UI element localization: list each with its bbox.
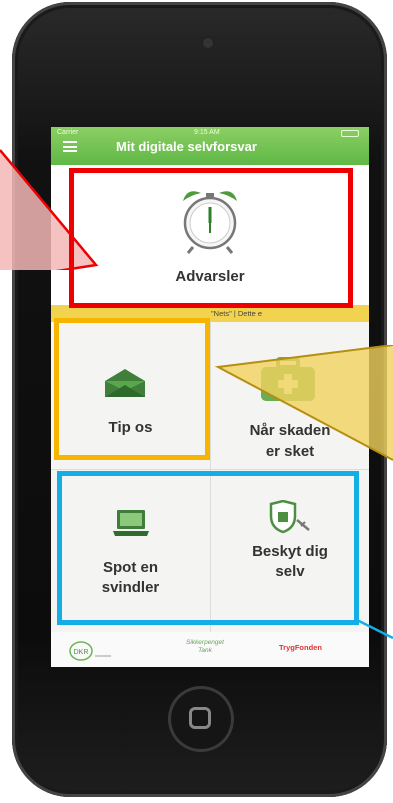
svg-text:DKR: DKR <box>74 649 89 656</box>
sponsor-sikkerpenget-line2: Tank <box>198 647 212 654</box>
highlight-tip-os <box>54 318 210 460</box>
yellow-pointer-arrow <box>214 345 393 461</box>
sponsor-sikkerpenget: Sikkerpenget Tank <box>169 639 241 655</box>
front-camera <box>203 38 213 48</box>
sponsor-trygfonden: TrygFonden <box>279 643 322 652</box>
home-square-icon <box>189 707 211 729</box>
status-time: 9:15 AM <box>194 129 220 136</box>
highlight-spot-beskyt <box>57 471 359 625</box>
highlight-advarsler <box>69 168 353 308</box>
dkr-logo-icon: DKR <box>69 641 111 661</box>
blue-pointer-arrow <box>356 618 393 640</box>
battery-icon <box>341 130 359 137</box>
app-title: Mit digitale selvforsvar <box>116 139 257 154</box>
sponsor-logos-bar: DKR Sikkerpenget Tank TrygFonden <box>51 632 369 667</box>
sponsor-sikkerpenget-line1: Sikkerpenget <box>186 639 224 646</box>
ticker-text: "Nets" | Dette e <box>211 309 263 318</box>
